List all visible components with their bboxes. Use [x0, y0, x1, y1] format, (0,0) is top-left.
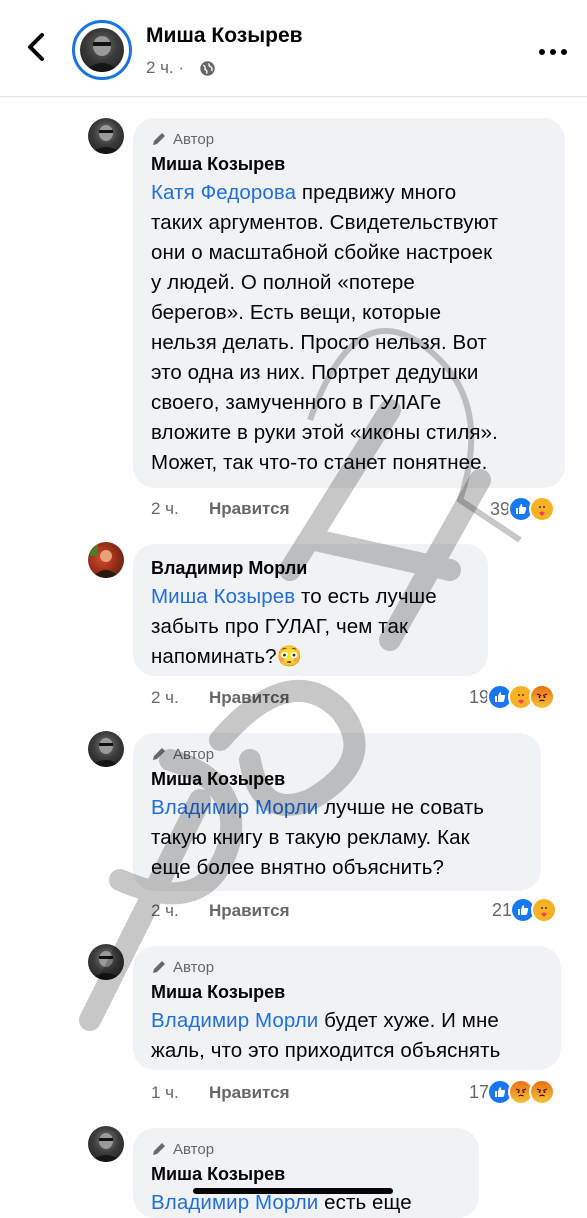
pencil-icon: [153, 961, 165, 973]
pencil-icon: [153, 1143, 165, 1155]
author-badge: Автор: [151, 958, 543, 976]
reaction-count: 17: [469, 1081, 490, 1102]
mention-link[interactable]: Владимир Морли: [151, 1191, 318, 1214]
comment-meta: 2 ч. Нравится: [151, 901, 351, 923]
post-header: Миша Козырев 2 ч. ·: [0, 0, 587, 97]
chevron-left-icon[interactable]: [20, 30, 54, 64]
reaction-count: 39: [490, 498, 511, 519]
commenter-avatar[interactable]: [88, 1126, 124, 1162]
angry-reaction-icon: [529, 1079, 556, 1105]
reaction-count: 21: [492, 899, 513, 920]
comment-time[interactable]: 1 ч.: [151, 1083, 179, 1103]
author-badge: Автор: [151, 1140, 461, 1158]
commenter-name[interactable]: Миша Козырев: [151, 1162, 461, 1186]
author-badge: Автор: [151, 130, 547, 148]
more-options-icon[interactable]: [534, 42, 567, 60]
commenter-avatar[interactable]: [88, 118, 124, 154]
commenter-name[interactable]: Миша Козырев: [151, 980, 543, 1004]
angry-reaction-icon: [529, 684, 556, 710]
mention-link[interactable]: Владимир Морли: [151, 796, 318, 819]
comment-text: Владимир Морли лучше не совать такую кни…: [151, 796, 485, 879]
comment-text: Катя Федорова предвижу много таких аргум…: [151, 181, 499, 474]
author-avatar[interactable]: [72, 20, 132, 80]
like-button[interactable]: Нравится: [209, 901, 290, 921]
like-button[interactable]: Нравится: [209, 1083, 290, 1103]
post-time[interactable]: 2 ч. ·: [146, 58, 184, 78]
reactions[interactable]: 19: [469, 684, 556, 710]
comment-time[interactable]: 2 ч.: [151, 901, 179, 921]
comment-text: Миша Козырев то есть лучше забыть про ГУ…: [151, 585, 437, 668]
comment-text: Владимир Морли будет хуже. И мне жаль, ч…: [151, 1009, 501, 1062]
comment-bubble: Автор Миша Козырев Владимир Морли есть е…: [133, 1128, 479, 1218]
commenter-avatar[interactable]: [88, 542, 124, 578]
commenter-name[interactable]: Миша Козырев: [151, 767, 523, 791]
comment-meta: 2 ч. Нравится: [151, 688, 351, 710]
comment-time[interactable]: 2 ч.: [151, 499, 179, 519]
pencil-icon: [153, 748, 165, 760]
comment-bubble: Владимир Морли Миша Козырев то есть лучш…: [133, 544, 488, 676]
comment-bubble: Автор Миша Козырев Катя Федорова предвиж…: [133, 118, 565, 488]
reactions[interactable]: 39: [490, 496, 556, 522]
care-reaction-icon: [529, 496, 556, 522]
reactions[interactable]: 21: [492, 897, 558, 923]
care-reaction-icon: [531, 897, 558, 923]
commenter-avatar[interactable]: [88, 731, 124, 767]
comment-meta: 2 ч. Нравится: [151, 499, 351, 521]
mention-link[interactable]: Владимир Морли: [151, 1009, 318, 1032]
mention-link[interactable]: Катя Федорова: [151, 181, 296, 204]
author-badge: Автор: [151, 745, 523, 763]
home-indicator[interactable]: [193, 1188, 393, 1194]
commenter-avatar[interactable]: [88, 944, 124, 980]
globe-icon: [200, 61, 215, 76]
comment-time[interactable]: 2 ч.: [151, 688, 179, 708]
like-button[interactable]: Нравится: [209, 688, 290, 708]
mention-link[interactable]: Миша Козырев: [151, 585, 295, 608]
comment-meta: 1 ч. Нравится: [151, 1083, 351, 1105]
like-button[interactable]: Нравится: [209, 499, 290, 519]
author-name[interactable]: Миша Козырев: [146, 24, 303, 48]
commenter-name[interactable]: Миша Козырев: [151, 152, 547, 176]
reactions[interactable]: 17: [469, 1079, 556, 1105]
pencil-icon: [153, 133, 165, 145]
comment-bubble: Автор Миша Козырев Владимир Морли лучше …: [133, 733, 541, 891]
commenter-name[interactable]: Владимир Морли: [151, 556, 470, 580]
comment-bubble: Автор Миша Козырев Владимир Морли будет …: [133, 946, 561, 1070]
reaction-count: 19: [469, 686, 490, 707]
